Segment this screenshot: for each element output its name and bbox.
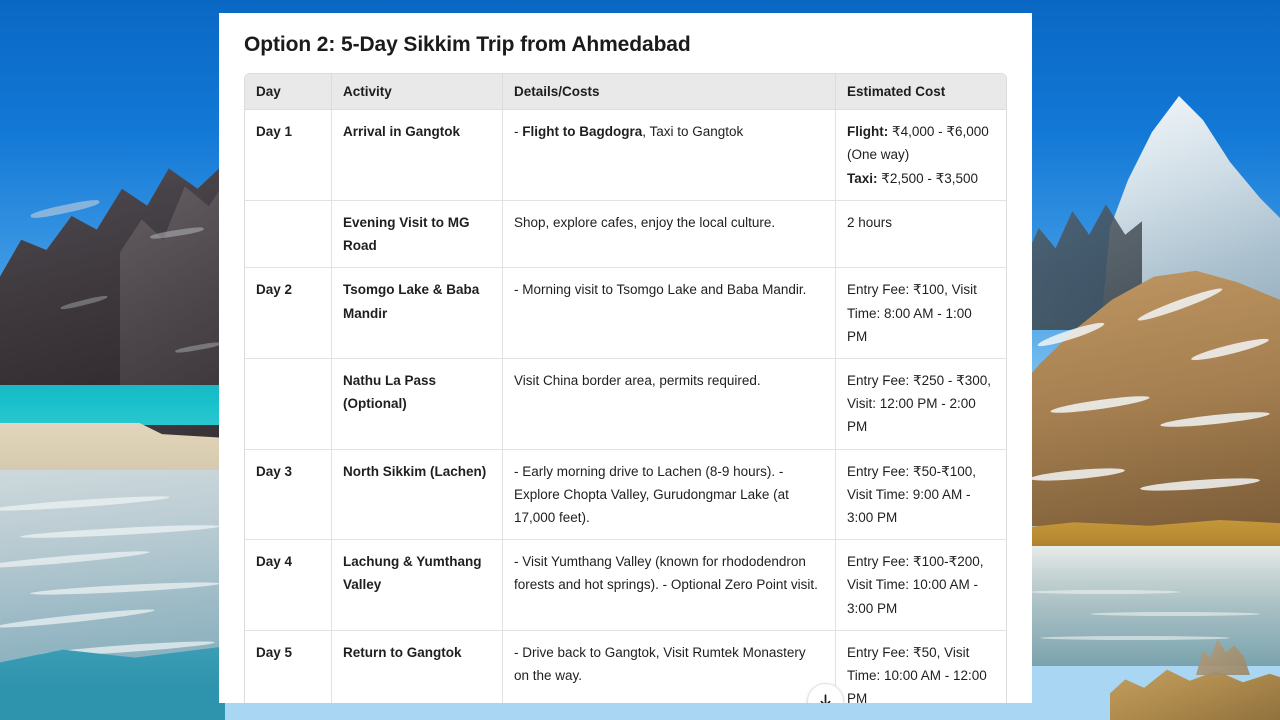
left-bottom-water [0,690,225,720]
cell-day [245,358,332,450]
cell-activity: Tsomgo Lake & Baba Mandir [332,268,503,359]
cost-line: Taxi: ₹2,500 - ₹3,500 [847,167,995,190]
cell-day: Day 5 [245,630,332,703]
cell-details: - Morning visit to Tsomgo Lake and Baba … [503,268,836,359]
cell-estimated-cost: Entry Fee: ₹250 - ₹300, Visit: 12:00 PM … [836,359,1006,450]
cell-activity: Lachung & Yumthang Valley [332,540,503,631]
cell-estimated-cost: Entry Fee: ₹50-₹100, Visit Time: 9:00 AM… [836,450,1006,541]
cost-line: Entry Fee: ₹50, Visit Time: 10:00 AM - 1… [847,641,995,703]
cost-line: Flight: ₹4,000 - ₹6,000 (One way) [847,120,995,166]
table-header-row: Day Activity Details/Costs Estimated Cos… [245,74,1006,111]
cell-details: - Drive back to Gangtok, Visit Rumtek Mo… [503,630,836,703]
cost-line: 2 hours [847,211,995,234]
cost-value: ₹2,500 - ₹3,500 [877,170,979,186]
cost-line: Entry Fee: ₹250 - ₹300, Visit: 12:00 PM … [847,369,995,439]
cell-estimated-cost: Entry Fee: ₹50, Visit Time: 10:00 AM - 1… [836,631,1006,703]
itinerary-table: Day Activity Details/Costs Estimated Cos… [244,73,1007,703]
cell-details: - Visit Yumthang Valley (known for rhodo… [503,540,836,631]
cost-line: Entry Fee: ₹100, Visit Time: 8:00 AM - 1… [847,278,995,348]
cost-label: Flight: [847,124,889,140]
cell-day: Day 1 [245,110,332,201]
table-body: Day 1 Arrival in Gangtok - Flight to Bagdo… [245,110,1006,703]
details-emphasis: Flight to Bagdogra [522,124,643,140]
table-row: Nathu La Pass (Optional) Visit China bord… [245,358,1006,450]
cell-estimated-cost: Entry Fee: ₹100-₹200, Visit Time: 10:00 … [836,540,1006,631]
table-row: Day 5 Return to Gangtok - Drive back to Ga… [245,630,1006,703]
cell-activity: Arrival in Gangtok [332,110,503,201]
cell-estimated-cost: 2 hours [836,201,1006,269]
right-frozen-lake [1020,546,1280,666]
details-text: , Taxi to Gangtok [642,124,744,140]
cost-value: Entry Fee: ₹250 - ₹300, Visit: 12:00 PM … [847,372,991,435]
table-row: Day 3 North Sikkim (Lachen) - Early mornin… [245,449,1006,541]
cost-line: Entry Fee: ₹100-₹200, Visit Time: 10:00 … [847,550,995,620]
column-header-estimated-cost: Estimated Cost [836,74,1006,111]
arrow-down-icon [817,693,834,703]
cell-day: Day 3 [245,449,332,541]
table-row: Day 4 Lachung & Yumthang Valley - Visit Yu… [245,540,1006,631]
table-row: Evening Visit to MG Road Shop, explore ca… [245,200,1006,269]
cost-value: Entry Fee: ₹50, Visit Time: 10:00 AM - 1… [847,644,987,703]
cell-details: Visit China border area, permits require… [503,358,836,450]
table-header: Day Activity Details/Costs Estimated Cos… [245,74,1006,111]
ice-streak [1040,636,1230,640]
page-title: Option 2: 5-Day Sikkim Trip from Ahmedab… [244,33,691,56]
left-turquoise-lake [0,385,225,425]
cost-value: 2 hours [847,214,893,230]
cell-day: Day 2 [245,268,332,359]
document-body: Option 2: 5-Day Sikkim Trip from Ahmedab… [219,13,1032,703]
cell-activity: Return to Gangtok [332,630,503,703]
cost-value: Entry Fee: ₹50-₹100, Visit Time: 9:00 AM… [847,463,976,526]
cell-estimated-cost: Flight: ₹4,000 - ₹6,000 (One way) Taxi: ₹… [836,110,1006,201]
column-header-activity: Activity [332,74,503,111]
cell-estimated-cost: Entry Fee: ₹100, Visit Time: 8:00 AM - 1… [836,268,1006,359]
cell-activity: Nathu La Pass (Optional) [332,358,503,450]
cell-details: - Flight to Bagdogra, Taxi to Gangtok [503,110,836,201]
cost-value: Entry Fee: ₹100-₹200, Visit Time: 10:00 … [847,554,984,616]
cell-day [245,200,332,269]
cost-line: Entry Fee: ₹50-₹100, Visit Time: 9:00 AM… [847,460,995,530]
cost-label: Taxi: [847,170,878,186]
cell-details: Shop, explore cafes, enjoy the local cul… [503,200,836,269]
details-prefix: - [514,124,523,140]
cell-day: Day 4 [245,540,332,631]
column-header-day: Day [245,74,332,111]
cell-activity: Evening Visit to MG Road [332,200,503,269]
document-panel: Option 2: 5-Day Sikkim Trip from Ahmedab… [219,13,1032,703]
cell-details: - Early morning drive to Lachen (8-9 hou… [503,449,836,541]
column-header-details-costs: Details/Costs [503,74,836,111]
ice-streak [1030,590,1180,594]
cell-activity: North Sikkim (Lachen) [332,449,503,541]
ice-streak [1090,612,1260,616]
table-row: Day 2 Tsomgo Lake & Baba Mandir - Morning … [245,268,1006,359]
table-row: Day 1 Arrival in Gangtok - Flight to Bagdo… [245,110,1006,201]
cost-value: Entry Fee: ₹100, Visit Time: 8:00 AM - 1… [847,282,977,344]
